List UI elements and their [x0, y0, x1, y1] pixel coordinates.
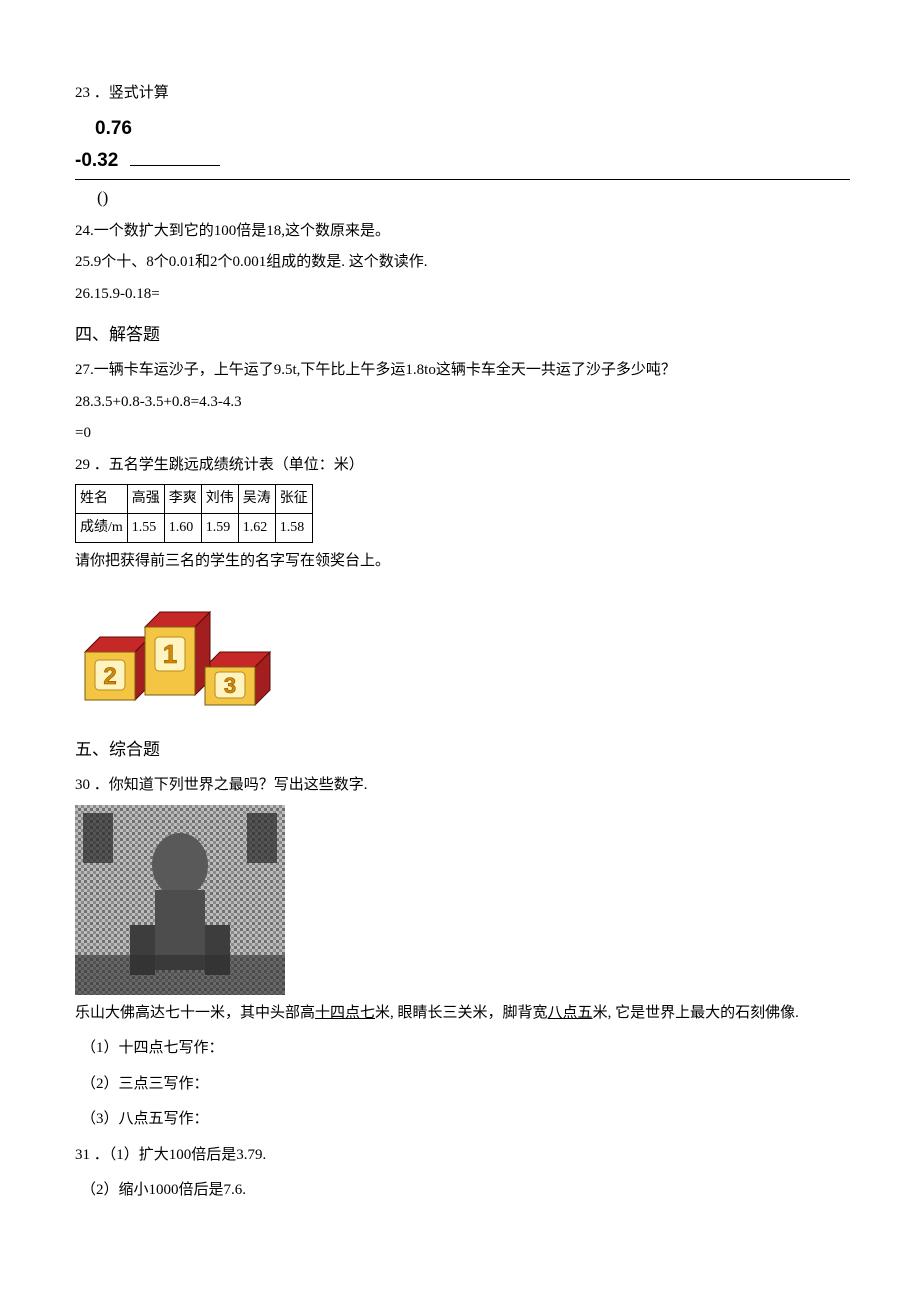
- question-24: 24.一个数扩大到它的100倍是18,这个数原来是。: [75, 219, 850, 245]
- th-s1: 高强: [127, 485, 164, 514]
- q29-instruction: 请你把获得前三名的学生的名字写在领奖台上。: [75, 549, 850, 575]
- table-header-row: 姓名 高强 李爽 刘伟 吴涛 张征: [76, 485, 313, 514]
- question-30: 30 ．你知道下列世界之最吗？写出这些数字.: [75, 773, 850, 799]
- q30-number: 30: [75, 777, 90, 793]
- td-v3: 1.59: [201, 514, 238, 543]
- q30-para-a: 乐山大佛高达七十一米，其中头部高: [75, 1005, 315, 1021]
- td-label: 成绩/m: [76, 514, 128, 543]
- td-v1: 1.55: [127, 514, 164, 543]
- buddha-image-icon: [75, 805, 285, 995]
- question-28-line2: =0: [75, 421, 850, 447]
- th-s2: 李爽: [164, 485, 201, 514]
- th-s5: 张征: [275, 485, 312, 514]
- q30-para-b: 米, 眼睛长三关米，脚背宽: [375, 1005, 548, 1021]
- svg-text:1: 1: [163, 639, 177, 669]
- question-23: 23 ．竖式计算: [75, 81, 850, 107]
- q26-number: 26.: [75, 286, 94, 302]
- q24-number: 24.: [75, 223, 94, 239]
- q30-sub1: （1）十四点七写作：: [81, 1036, 850, 1062]
- vertical-top: 0.76: [95, 113, 850, 145]
- td-v2: 1.60: [164, 514, 201, 543]
- table-data-row: 成绩/m 1.55 1.60 1.59 1.62 1.58: [76, 514, 313, 543]
- section-5-heading: 五、综合题: [75, 736, 850, 765]
- q25-text: 9个十、8个0.01和2个0.001组成的数是. 这个数读作.: [94, 254, 428, 270]
- th-s4: 吴涛: [238, 485, 275, 514]
- question-25: 25.9个十、8个0.01和2个0.001组成的数是. 这个数读作.: [75, 250, 850, 276]
- q30-para-c: 米, 它是世界上最大的石刻佛像.: [593, 1005, 799, 1021]
- q31-sub2: （2）缩小1000倍后是7.6.: [81, 1178, 850, 1204]
- q30-paragraph: 乐山大佛高达七十一米，其中头部高十四点七米, 眼睛长三关米，脚背宽八点五米, 它…: [75, 1001, 850, 1027]
- vertical-bottom-row: -0.32: [75, 145, 850, 177]
- q31-number: 31: [75, 1147, 90, 1163]
- q23-number: 23: [75, 85, 90, 101]
- svg-text:2: 2: [103, 663, 116, 690]
- svg-text:3: 3: [224, 673, 236, 698]
- question-27: 27.一辆卡车运沙子，上午运了9.5t,下午比上午多运1.8to这辆卡车全天一共…: [75, 358, 850, 384]
- q27-number: 27.: [75, 362, 94, 378]
- podium-image: 1 2 3: [75, 582, 850, 722]
- th-s3: 刘伟: [201, 485, 238, 514]
- vertical-result-paren: (): [97, 184, 850, 213]
- question-29: 29 ．五名学生跳远成绩统计表（单位：米）: [75, 453, 850, 479]
- q23-title: ．竖式计算: [94, 85, 169, 101]
- section-4-heading: 四、解答题: [75, 321, 850, 350]
- q24-text: 一个数扩大到它的100倍是18,这个数原来是。: [94, 223, 390, 239]
- td-v5: 1.58: [275, 514, 312, 543]
- podium-icon: 1 2 3: [75, 582, 285, 722]
- q26-text: 15.9-0.18=: [94, 286, 160, 302]
- answer-underline[interactable]: [130, 165, 220, 166]
- q30-u1: 十四点七: [315, 1005, 375, 1021]
- question-26: 26.15.9-0.18=: [75, 282, 850, 308]
- q29-number: 29: [75, 457, 90, 473]
- q30-u2: 八点五: [548, 1005, 593, 1021]
- q30-sub2: （2）三点三写作：: [81, 1072, 850, 1098]
- q25-number: 25.: [75, 254, 94, 270]
- vertical-bottom: -0.32: [75, 150, 118, 171]
- q31-sub1: ．（1）扩大100倍后是3.79.: [94, 1147, 267, 1163]
- question-28-line1: 28.3.5+0.8-3.5+0.8=4.3-4.3: [75, 390, 850, 416]
- q30-title: ．你知道下列世界之最吗？写出这些数字.: [94, 777, 368, 793]
- scores-table: 姓名 高强 李爽 刘伟 吴涛 张征 成绩/m 1.55 1.60 1.59 1.…: [75, 484, 313, 543]
- q27-text: 一辆卡车运沙子，上午运了9.5t,下午比上午多运1.8to这辆卡车全天一共运了沙…: [94, 362, 676, 378]
- q29-title: ．五名学生跳远成绩统计表（单位：米）: [94, 457, 364, 473]
- q30-sub3: （3）八点五写作：: [81, 1107, 850, 1133]
- question-31: 31 ．（1）扩大100倍后是3.79.: [75, 1143, 850, 1169]
- th-name: 姓名: [76, 485, 128, 514]
- buddha-photo: [75, 805, 850, 995]
- td-v4: 1.62: [238, 514, 275, 543]
- divider-line: [75, 179, 850, 180]
